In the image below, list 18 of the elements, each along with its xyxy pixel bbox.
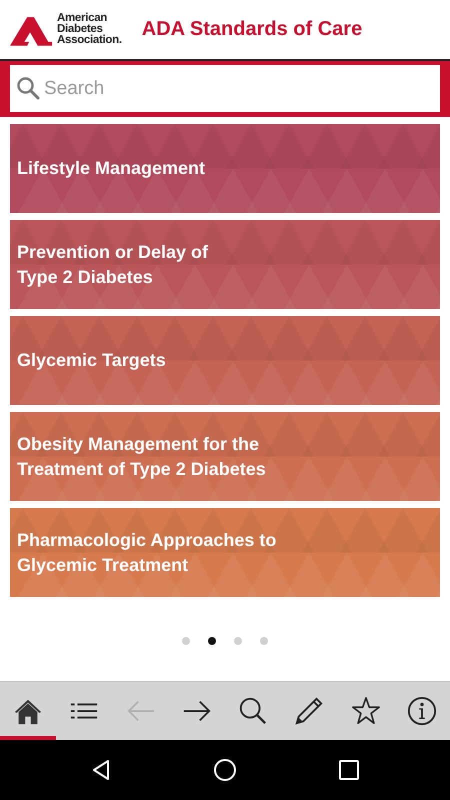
topic-card[interactable]: Glycemic Targets [10, 316, 440, 405]
topic-card[interactable]: Lifestyle Management [10, 124, 440, 213]
page-dot[interactable] [182, 637, 190, 645]
page-dot[interactable] [234, 637, 242, 645]
page-dot[interactable] [208, 637, 216, 645]
pencil-icon [294, 696, 324, 726]
star-icon [350, 696, 381, 726]
logo-text: American Diabetes Association. [57, 13, 122, 46]
app-title: ADA Standards of Care [142, 18, 362, 41]
search-field[interactable]: Search [10, 65, 440, 112]
square-icon [337, 758, 361, 782]
topic-card[interactable]: Pharmacologic Approaches to Glycemic Treatment [10, 508, 440, 597]
topic-card[interactable]: Obesity Management for the Treatment of Type 2 Diabetes [10, 412, 440, 501]
page-dot[interactable] [260, 637, 268, 645]
search-icon [238, 696, 268, 726]
topic-card[interactable]: Prevention or Delay of Type 2 Diabetes [10, 220, 440, 309]
info-icon [406, 696, 437, 726]
circle-icon [213, 758, 237, 782]
